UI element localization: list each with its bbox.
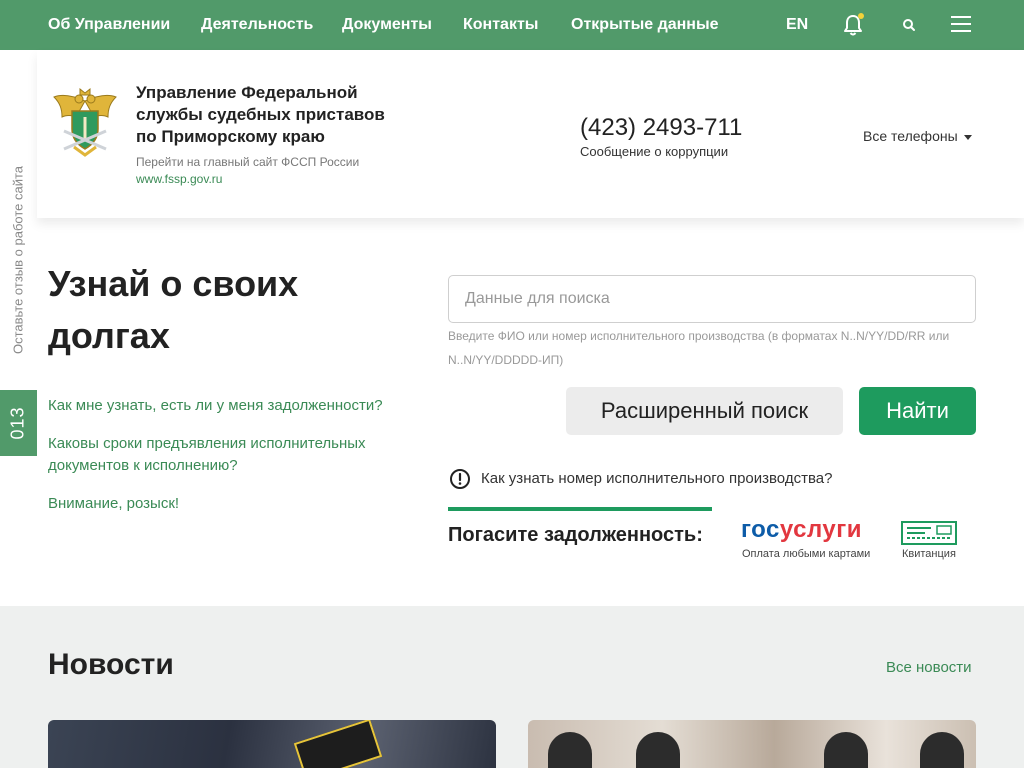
nav-link-contacts[interactable]: Контакты bbox=[463, 16, 538, 34]
faq-link-deadlines[interactable]: Каковы сроки предъявления исполнительных… bbox=[48, 433, 388, 477]
news-card-image[interactable] bbox=[528, 720, 976, 768]
news-title: Новости bbox=[48, 648, 174, 681]
nav-link-documents[interactable]: Документы bbox=[342, 16, 432, 34]
corruption-report-caption: Сообщение о коррупции bbox=[580, 144, 729, 159]
receipt-icon[interactable] bbox=[901, 521, 957, 545]
caret-down-icon bbox=[963, 134, 972, 140]
menu-icon[interactable] bbox=[951, 16, 971, 32]
all-news-link[interactable]: Все новости bbox=[886, 659, 972, 676]
nav-link-about[interactable]: Об Управлении bbox=[48, 16, 170, 34]
feedback-side-tab[interactable]: Оставьте отзыв о работе сайта bbox=[0, 150, 37, 370]
debts-headline: Узнай о своих долгах bbox=[48, 263, 299, 356]
side-counter-value: 013 bbox=[7, 406, 28, 440]
fssp-emblem-icon[interactable] bbox=[52, 87, 118, 157]
news-image-detail bbox=[824, 732, 868, 768]
gosuslugi-payment-link[interactable]: госуслуги bbox=[741, 516, 862, 544]
find-button[interactable]: Найти bbox=[859, 387, 976, 435]
debt-search-input[interactable] bbox=[448, 275, 976, 323]
news-image-detail bbox=[548, 732, 592, 768]
main-site-caption: Перейти на главный сайт ФССП России bbox=[136, 155, 360, 169]
pay-accent-bar bbox=[448, 507, 712, 511]
search-icon[interactable] bbox=[901, 17, 917, 33]
advanced-search-button[interactable]: Расширенный поиск bbox=[566, 387, 843, 435]
exclamation-circle-icon bbox=[449, 468, 471, 490]
search-hint-text: Введите ФИО или номер исполнительного пр… bbox=[448, 329, 950, 367]
nav-link-activity[interactable]: Деятельность bbox=[201, 16, 313, 34]
phone-number[interactable]: (423) 2493-711 bbox=[580, 114, 742, 142]
news-card-image[interactable] bbox=[48, 720, 496, 768]
news-image-detail bbox=[920, 732, 964, 768]
help-case-number-link[interactable]: Как узнать номер исполнительного произво… bbox=[481, 470, 832, 487]
feedback-side-label: Оставьте отзыв о работе сайта bbox=[10, 165, 26, 355]
all-phones-dropdown[interactable]: Все телефоны bbox=[863, 128, 972, 144]
all-phones-label: Все телефоны bbox=[863, 128, 958, 144]
nav-link-open-data[interactable]: Открытые данные bbox=[571, 16, 719, 34]
language-switch-en[interactable]: EN bbox=[786, 16, 808, 34]
bell-icon[interactable] bbox=[842, 13, 864, 37]
notification-dot bbox=[858, 13, 864, 19]
side-counter-badge[interactable]: 013 bbox=[0, 390, 37, 456]
organization-title[interactable]: Управление Федеральной службы судебных п… bbox=[136, 82, 396, 148]
gosuslugi-caption: Оплата любыми картами bbox=[742, 548, 871, 560]
gosuslugi-logo-gos: гос bbox=[741, 516, 780, 543]
pay-debt-label: Погасите задолженность: bbox=[448, 524, 703, 546]
faq-link-check-debts[interactable]: Как мне узнать, есть ли у меня задолженн… bbox=[48, 395, 418, 417]
news-image-detail bbox=[293, 720, 383, 768]
receipt-caption[interactable]: Квитанция bbox=[902, 548, 956, 560]
site-header: Управление Федеральной службы судебных п… bbox=[37, 50, 1024, 218]
faq-link-wanted[interactable]: Внимание, розыск! bbox=[48, 493, 418, 515]
news-image-detail bbox=[636, 732, 680, 768]
top-navigation-bar: Об Управлении Деятельность Документы Кон… bbox=[0, 0, 1024, 50]
news-section: Новости Все новости bbox=[0, 606, 1024, 768]
main-site-link[interactable]: www.fssp.gov.ru bbox=[136, 172, 222, 186]
gosuslugi-logo-uslugi: услуги bbox=[779, 516, 862, 543]
